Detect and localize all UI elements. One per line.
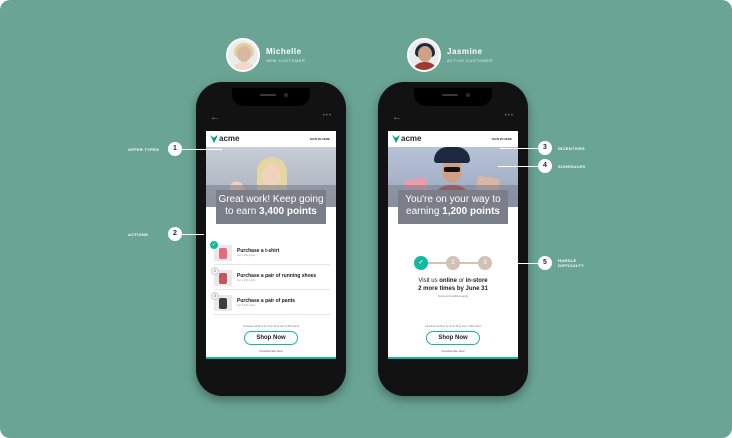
persona-name: Michelle	[266, 47, 302, 56]
task-subtitle: Get 1,200 points	[237, 304, 256, 307]
points-banner: You're on your way to earning 1,200 poin…	[398, 190, 508, 224]
sign-in-link[interactable]: SIGN IN HERE	[310, 137, 330, 141]
task-subtitle: Get 1,200 points	[237, 279, 256, 282]
visit-deadline: 2 more times by June 31	[418, 286, 488, 292]
points-value: 3,400 points	[259, 206, 317, 217]
task-row[interactable]: ✓ Purchase a t-shirt Get 1,000 points	[210, 241, 330, 265]
accent-bar	[388, 357, 518, 359]
leaf-logo-icon	[392, 135, 400, 143]
fineprint: Complete all three by June 30 to earn 1,…	[424, 325, 481, 328]
email-header: acme SIGN IN HERE	[206, 131, 336, 147]
callout-offer-types: OFFER TYPES 1	[128, 142, 222, 156]
more-dots-icon[interactable]: •••	[323, 113, 332, 119]
shop-now-button[interactable]: Shop Now	[426, 331, 480, 345]
accent-bar	[206, 357, 336, 359]
unsubscribe-link[interactable]: Unsubscribe here	[206, 349, 336, 353]
phone-notch	[414, 88, 492, 106]
back-arrow-icon[interactable]: ←	[210, 112, 220, 123]
progress-step: 2	[446, 256, 460, 270]
email-screen: acme SIGN IN HERE Great work! Keep going…	[206, 131, 336, 359]
task-subtitle: Get 1,000 points	[237, 254, 256, 257]
banner-line1: Great work! Keep going	[218, 194, 324, 205]
visit-message: Visit us online or in-store	[418, 278, 488, 284]
phone-active-customer: ← ••• acme SIGN IN HERE You're on your w…	[378, 82, 528, 396]
persona-role: ACTIVE CUSTOMER	[447, 58, 493, 63]
more-dots-icon[interactable]: •••	[505, 113, 514, 119]
avatar	[226, 38, 260, 72]
avatar	[407, 38, 441, 72]
persona-name: Jasmine	[447, 47, 483, 56]
email-header: acme SIGN IN HERE	[388, 131, 518, 147]
step-number: 2	[211, 267, 219, 275]
persona-michelle: Michelle NEW CUSTOMER	[226, 38, 305, 72]
presentation-canvas: Michelle NEW CUSTOMER Jasmine ACTIVE CUS…	[0, 0, 732, 438]
phone-notch	[232, 88, 310, 106]
banner-line1: You're on your way to	[405, 194, 501, 205]
callout-incentives: 3 INCENTIVES	[500, 141, 585, 155]
terms-note: Terms and conditions apply	[437, 295, 469, 298]
back-arrow-icon[interactable]: ←	[392, 112, 402, 123]
callout-schedules: 4 SCHEDULES	[498, 159, 585, 173]
task-row[interactable]: 3 Purchase a pair of pants Get 1,200 poi…	[211, 292, 330, 315]
points-value: 1,200 points	[442, 206, 500, 217]
camera	[284, 93, 288, 97]
persona-role: NEW CUSTOMER	[266, 58, 306, 63]
camera	[466, 93, 470, 97]
phone-new-customer: ← ••• acme SIGN IN HERE Great work! Keep…	[196, 82, 346, 396]
callout-hurdle-difficulty: 5 HURDLE DIFFICULTY	[516, 256, 584, 270]
speaker	[260, 94, 276, 96]
banner-line2: earning 1,200 points	[406, 206, 500, 217]
persona-jasmine: Jasmine ACTIVE CUSTOMER	[407, 38, 493, 72]
callout-actions: ACTIONS 2	[128, 227, 204, 241]
progress-step: 3	[478, 256, 492, 270]
step-number: 3	[211, 292, 219, 300]
check-icon: ✓	[414, 256, 428, 270]
fineprint: Complete all three by June 30 to earn 3,…	[242, 325, 299, 328]
speaker	[442, 94, 458, 96]
check-icon: ✓	[210, 241, 218, 249]
shop-now-button[interactable]: Shop Now	[244, 331, 298, 345]
brand-logo: acme	[401, 134, 422, 143]
points-banner: Great work! Keep going to earn 3,400 poi…	[216, 190, 326, 224]
brand-logo: acme	[219, 134, 240, 143]
banner-line2: to earn 3,400 points	[225, 206, 317, 217]
unsubscribe-link[interactable]: Unsubscribe here	[388, 349, 518, 353]
task-row[interactable]: 2 Purchase a pair of running shoes Get 1…	[211, 267, 330, 290]
